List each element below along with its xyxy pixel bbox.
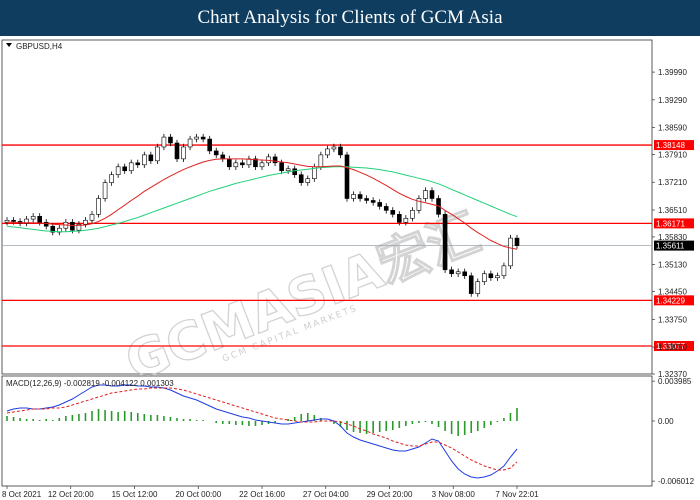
- macd-tick-label: 0.00: [658, 417, 674, 426]
- price-tick-label: 1.34450: [658, 288, 687, 297]
- candle-body: [364, 198, 369, 201]
- candle-body: [370, 200, 376, 203]
- candle-body: [357, 194, 363, 199]
- candle-body: [285, 168, 291, 172]
- x-tick-label: 29 Oct 20:00: [367, 490, 413, 499]
- candle-body: [220, 154, 226, 160]
- candle-body: [83, 219, 88, 225]
- candle-body: [168, 136, 173, 144]
- macd-label: MACD(12,26,9) -0.002819 -0.004122 0.0013…: [6, 379, 174, 388]
- page-title: Chart Analysis for Clients of GCM Asia: [197, 7, 503, 28]
- candle-body: [272, 156, 278, 164]
- candle-body: [89, 214, 95, 221]
- candle-body: [455, 271, 461, 275]
- candle-body: [122, 166, 127, 172]
- x-tick-label: 3 Nov 08:00: [432, 490, 476, 499]
- price-tick-label: 1.33050: [658, 343, 687, 352]
- chart-title-banner: Chart Analysis for Clients of GCM Asia: [0, 0, 700, 36]
- candle-body: [377, 202, 382, 207]
- x-tick-label: 7 Nov 22:01: [495, 490, 539, 499]
- candle-body: [501, 265, 507, 277]
- price-tick-label: 1.35830: [658, 233, 687, 242]
- x-tick-label: 22 Oct 16:00: [239, 490, 285, 499]
- candle-body: [174, 142, 180, 160]
- candle-body: [109, 174, 114, 183]
- price-tick-label: 1.39290: [658, 96, 687, 105]
- candle-body: [200, 136, 206, 140]
- candle-body: [161, 136, 167, 148]
- candle-body: [70, 221, 75, 231]
- candle-body: [429, 190, 435, 199]
- candle-body: [462, 271, 467, 277]
- candle-body: [233, 162, 239, 168]
- candle-body: [292, 168, 297, 176]
- candle-body: [390, 210, 396, 215]
- candle-body: [416, 198, 422, 211]
- x-tick-label: 20 Oct 00:00: [175, 490, 221, 499]
- price-tick-label: 1.35130: [658, 261, 687, 270]
- candle-body: [115, 166, 121, 176]
- candle-body: [298, 174, 304, 183]
- candle-body: [338, 146, 343, 156]
- candle-body: [279, 162, 284, 172]
- candle-body: [142, 154, 147, 166]
- candle-body: [482, 273, 487, 282]
- price-tick-label: 1.38590: [658, 124, 687, 133]
- candle-body: [259, 162, 265, 168]
- x-tick-label: 8 Oct 2021: [2, 490, 42, 499]
- candle-body: [155, 146, 160, 162]
- candle-body: [495, 275, 500, 279]
- candle-body: [194, 136, 199, 140]
- candle-body: [442, 214, 448, 271]
- candle-body: [514, 237, 520, 246]
- candle-body: [148, 154, 154, 162]
- price-tick-label: 1.39990: [658, 68, 687, 77]
- current-price-tag-label: 1.35611: [656, 242, 685, 251]
- candle-body: [403, 217, 409, 223]
- candle-body: [227, 158, 232, 168]
- macd-tick-label: -0.006012: [658, 477, 695, 486]
- chart-svg: GCMASIA宏汇 GCM CAPITAL MARKETS 1.381481.3…: [0, 36, 700, 500]
- price-tick-label: 1.37210: [658, 178, 687, 187]
- level-tag-label: 1.34229: [656, 296, 685, 305]
- x-tick-label: 27 Oct 04:00: [303, 490, 349, 499]
- price-tick-label: 1.37910: [658, 151, 687, 160]
- candle-body: [207, 138, 212, 152]
- candle-body: [488, 273, 494, 279]
- x-tick-label: 15 Oct 12:00: [112, 490, 158, 499]
- candle-body: [96, 198, 101, 215]
- price-tick-label: 1.36510: [658, 206, 687, 215]
- candle-body: [181, 146, 186, 160]
- candle-body: [11, 219, 16, 222]
- price-tick-label: 1.33750: [658, 315, 687, 324]
- candle-body: [318, 154, 324, 168]
- candle-body: [344, 154, 350, 199]
- candle-body: [508, 237, 513, 267]
- candle-body: [305, 178, 311, 183]
- candle-body: [410, 210, 415, 219]
- candle-body: [187, 138, 193, 148]
- candle-body: [383, 206, 389, 211]
- candle-body: [397, 214, 402, 223]
- candle-body: [102, 182, 108, 199]
- candle-body: [475, 281, 481, 294]
- candle-body: [351, 194, 356, 199]
- candle-body: [468, 275, 474, 294]
- symbol-label: GBPUSD,H4: [16, 42, 63, 51]
- candle-body: [213, 150, 219, 156]
- candle-body: [325, 148, 330, 156]
- candle-body: [449, 269, 454, 275]
- level-tag-label: 1.36171: [656, 219, 685, 228]
- candle-body: [30, 216, 36, 220]
- candle-body: [331, 146, 337, 150]
- candle-body: [128, 162, 134, 172]
- macd-tick-label: 0.003985: [658, 377, 692, 386]
- candle-body: [240, 162, 245, 166]
- level-tag-label: 1.38148: [656, 141, 685, 150]
- x-tick-label: 12 Oct 20:00: [48, 490, 94, 499]
- candle-body: [423, 190, 428, 199]
- candle-body: [37, 216, 42, 223]
- candle-body: [135, 162, 141, 166]
